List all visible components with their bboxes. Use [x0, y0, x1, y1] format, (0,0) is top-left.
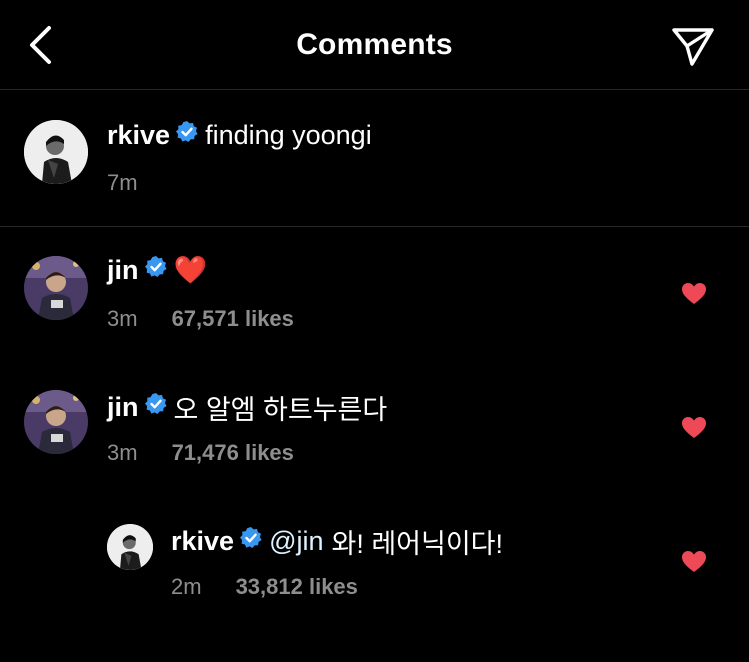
avatar[interactable]	[107, 524, 153, 570]
like-button[interactable]	[681, 550, 707, 578]
reply-text: 와! 레어닉이다!	[331, 529, 504, 559]
avatar[interactable]	[24, 256, 88, 320]
like-button[interactable]	[681, 282, 707, 310]
heart-icon	[682, 283, 706, 304]
username[interactable]: rkive	[171, 526, 234, 557]
comment-row: jin ❤️ 3m 67,571 likes	[0, 240, 749, 360]
caption-row: rkive finding yoongi 7m	[0, 90, 749, 226]
avatar[interactable]	[24, 120, 88, 184]
comment-text: 오 알엠 하트누른다	[173, 395, 388, 425]
comment-row: jin 오 알엠 하트누른다 3m 71,476 likes	[0, 374, 749, 494]
timestamp: 3m	[107, 440, 138, 465]
timestamp: 3m	[107, 306, 138, 331]
caption-divider	[0, 226, 749, 227]
verified-badge-icon	[175, 120, 199, 151]
like-button[interactable]	[681, 416, 707, 444]
comment-text: ❤️	[173, 255, 208, 285]
page-title: Comments	[296, 28, 453, 61]
verified-badge-icon	[239, 526, 263, 557]
timestamp: 7m	[107, 170, 138, 195]
heart-icon	[682, 417, 706, 438]
username[interactable]: jin	[107, 392, 139, 423]
likes-count[interactable]: 71,476 likes	[172, 440, 294, 466]
header-bar: Comments	[0, 0, 749, 90]
share-button[interactable]	[668, 22, 718, 68]
heart-icon	[682, 551, 706, 572]
mention-link[interactable]: @jin	[269, 526, 323, 557]
verified-badge-icon	[144, 255, 168, 286]
timestamp: 2m	[171, 574, 202, 599]
reply-row: rkive @jin 와! 레어닉이다! 2m 33,812 likes	[0, 508, 749, 628]
caption-text: finding yoongi	[205, 120, 372, 150]
username[interactable]: rkive	[107, 120, 170, 151]
avatar[interactable]	[24, 390, 88, 454]
paper-plane-icon	[672, 28, 714, 66]
likes-count[interactable]: 67,571 likes	[172, 306, 294, 332]
likes-count[interactable]: 33,812 likes	[236, 574, 358, 600]
verified-badge-icon	[144, 392, 168, 423]
username[interactable]: jin	[107, 255, 139, 286]
